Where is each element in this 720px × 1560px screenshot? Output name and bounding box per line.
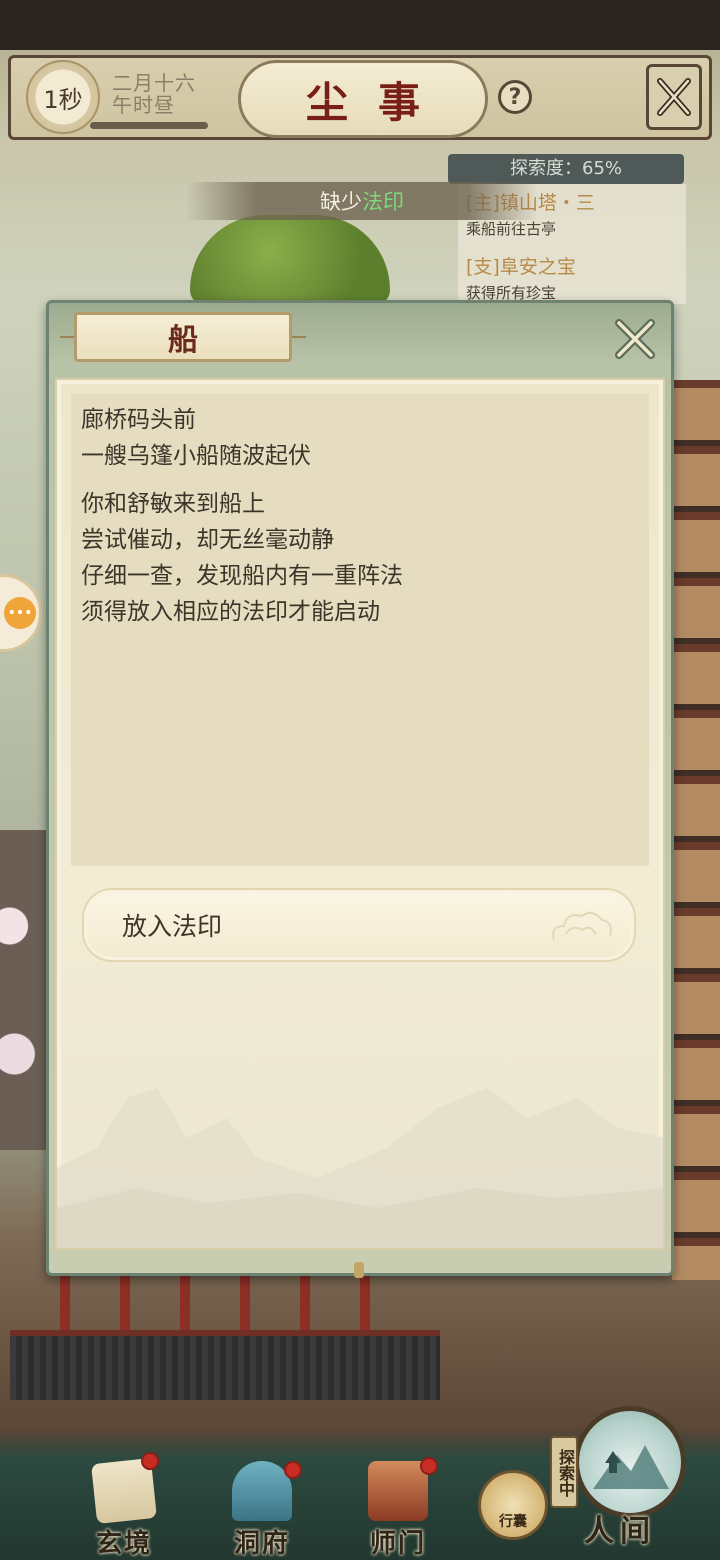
scroll-icon (91, 1451, 160, 1524)
cloud-pattern-icon (552, 911, 612, 941)
world-label: 人间 (584, 1514, 656, 1549)
chat-bubble-icon: ••• (4, 597, 36, 629)
story-line: 仔细一查，发现船内有一重阵法 (81, 563, 403, 589)
explore-progress: 探索度：65% (448, 154, 684, 184)
date-time: 午时昼 (112, 93, 175, 117)
nav-item-xuanjing[interactable]: 玄境 (74, 1450, 174, 1560)
top-close-button[interactable] (646, 64, 702, 130)
willow-tree (190, 215, 390, 305)
story-line: 须得放入相应的法印才能启动 (81, 599, 380, 625)
story-line: 尝试催动，却无丝毫动静 (81, 527, 334, 553)
exploring-tag: 探索中 (550, 1436, 578, 1508)
nav-label: 洞府 (233, 1529, 290, 1559)
dialog-pin (354, 1262, 364, 1278)
close-icon (615, 319, 655, 359)
pavilion-icon (232, 1461, 302, 1521)
notification-badge (284, 1461, 302, 1479)
help-button[interactable]: ? (498, 80, 532, 114)
missing-item-notice: 缺少 法印 (186, 182, 538, 220)
notice-prefix: 缺少 (320, 190, 362, 214)
nav-item-shimen[interactable]: 师门 (348, 1450, 448, 1560)
timer-badge[interactable]: 1秒 (26, 60, 100, 134)
title-rule-right (290, 336, 306, 338)
page-title: 尘事 (238, 60, 488, 138)
nav-label: 玄境 (95, 1529, 152, 1559)
quest-main-desc: 乘船前往古亭 (466, 220, 557, 238)
story-line: 廊桥码头前 (81, 407, 196, 433)
nav-item-dongfu[interactable]: 洞府 (212, 1450, 312, 1560)
story-text: 廊桥码头前 一艘乌篷小船随波起伏 你和舒敏来到船上 尝试催动，却无丝毫动静 仔细… (71, 394, 649, 866)
notification-badge (140, 1451, 160, 1472)
bag-button[interactable]: 行囊 (478, 1470, 548, 1540)
banner-icon (368, 1457, 438, 1521)
notification-badge (420, 1457, 438, 1475)
dialog-close-button[interactable] (612, 316, 658, 362)
cherry-blossom-tree (0, 830, 48, 1150)
pavilion-roof (10, 1330, 440, 1400)
game-date: 二月十六 午时昼 (112, 72, 196, 116)
story-line: 你和舒敏来到船上 (81, 491, 265, 517)
time-progress-bar (90, 122, 208, 129)
bag-label: 行囊 (499, 1514, 527, 1530)
quest-side-title[interactable]: [支]阜安之宝 (466, 252, 678, 282)
option-label: 放入法印 (122, 912, 223, 941)
mountain-pagoda-icon (593, 1445, 669, 1489)
world-button[interactable] (574, 1406, 686, 1518)
place-seal-button[interactable]: 放入法印 (82, 888, 636, 962)
dialog-title: 船 (74, 312, 292, 362)
story-line: 一艘乌篷小船随波起伏 (81, 443, 311, 469)
date-day: 二月十六 (112, 71, 196, 95)
building-edge (672, 380, 720, 1280)
close-icon (657, 78, 691, 116)
notice-highlight: 法印 (362, 190, 404, 214)
ink-mountains-decoration (57, 1088, 663, 1248)
nav-label: 师门 (369, 1529, 426, 1559)
